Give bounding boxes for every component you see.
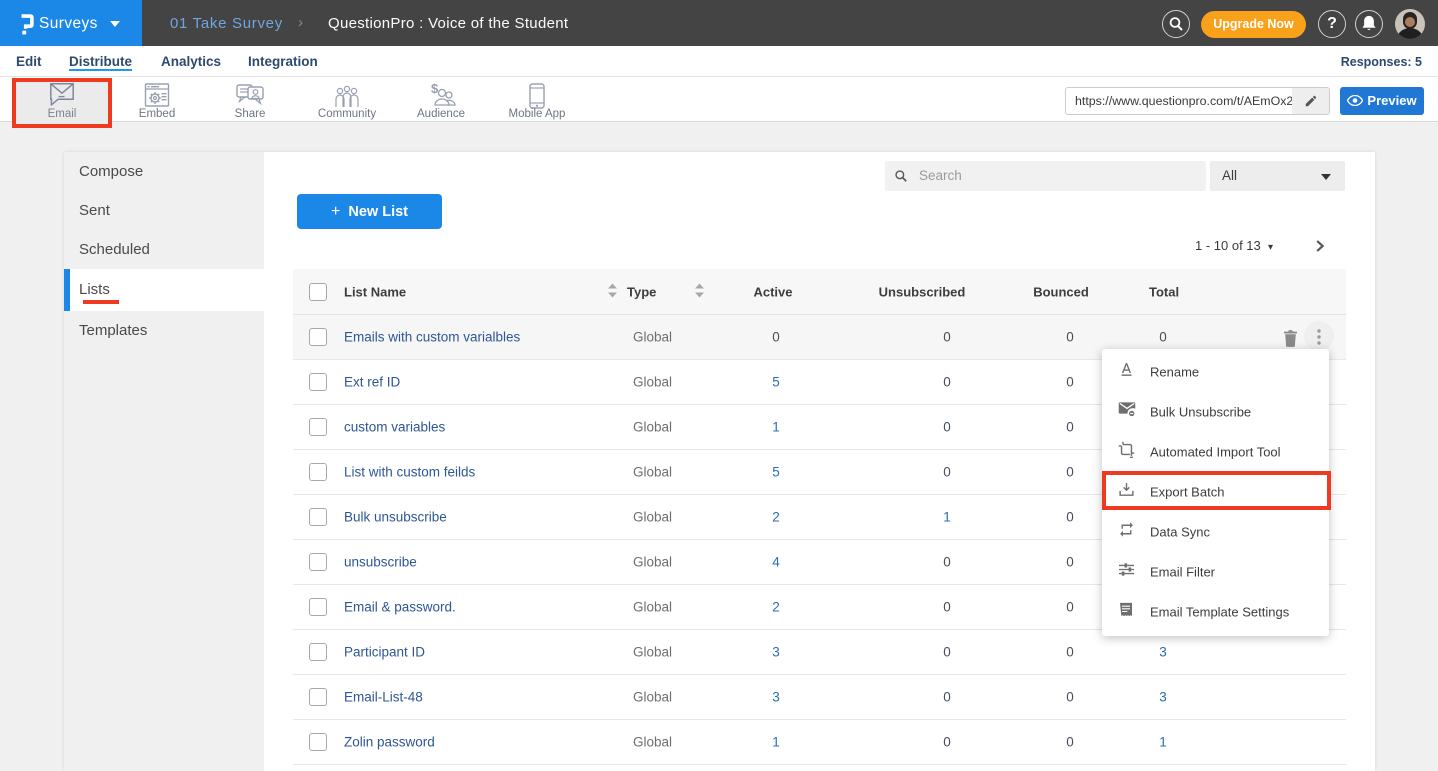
svg-text:$: $ — [431, 83, 439, 96]
